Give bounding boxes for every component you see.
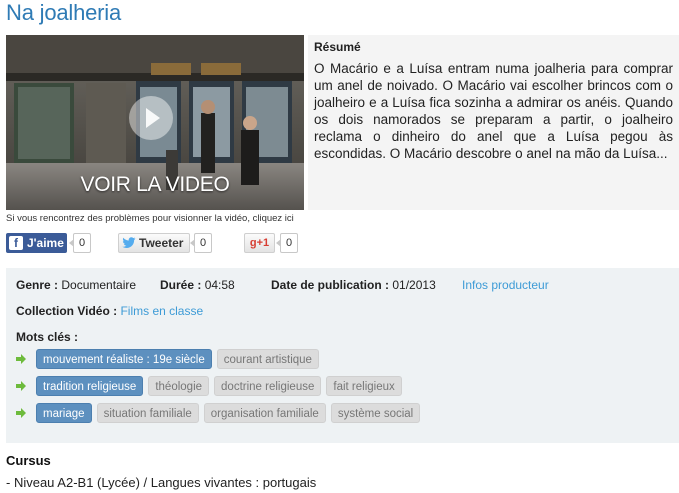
- date-key: Date de publication :: [271, 278, 390, 292]
- keyword-tag[interactable]: mariage: [36, 403, 92, 423]
- collection-link[interactable]: Films en classe: [120, 304, 203, 318]
- video-help-link[interactable]: Si vous rencontrez des problèmes pour vi…: [6, 213, 294, 224]
- keyword-row: mariage situation familiale organisation…: [16, 403, 425, 423]
- genre-key: Genre :: [16, 278, 59, 292]
- keyword-tag[interactable]: fait religieux: [326, 376, 402, 396]
- resume-panel: Résumé O Macário e a Luísa entram numa j…: [308, 35, 679, 210]
- duree-value: 04:58: [204, 278, 235, 292]
- metadata-panel: Genre : Documentaire Durée : 04:58 Date …: [6, 268, 679, 443]
- infos-producteur-link[interactable]: Infos producteur: [462, 278, 549, 292]
- tweet-button[interactable]: Tweeter: [118, 233, 190, 253]
- facebook-like-button[interactable]: f J'aime: [6, 233, 67, 253]
- facebook-like-label: J'aime: [27, 236, 64, 250]
- keyword-tag[interactable]: doctrine religieuse: [214, 376, 322, 396]
- keyword-row: mouvement réaliste : 19e siècle courant …: [16, 349, 324, 369]
- facebook-icon: f: [9, 236, 23, 250]
- resume-heading: Résumé: [314, 40, 361, 54]
- keyword-tag[interactable]: système social: [330, 403, 421, 423]
- collection-key: Collection Vidéo :: [16, 304, 118, 318]
- keyword-tag[interactable]: tradition religieuse: [36, 376, 144, 396]
- green-arrow-right-icon: [16, 408, 26, 418]
- tweet-label: Tweeter: [139, 236, 184, 250]
- genre-field: Genre : Documentaire: [16, 278, 136, 292]
- video-thumbnail[interactable]: VOIR LA VIDEO: [6, 35, 304, 210]
- page-title: Na joalheria: [6, 0, 122, 25]
- google-plus-count: 0: [276, 233, 298, 253]
- collection-field: Collection Vidéo : Films en classe: [16, 304, 203, 318]
- duree-key: Durée :: [160, 278, 202, 292]
- keyword-tag[interactable]: situation familiale: [96, 403, 199, 423]
- google-plus-label: +1: [256, 237, 270, 249]
- facebook-like-count: 0: [69, 233, 91, 253]
- date-value: 01/2013: [392, 278, 436, 292]
- play-icon[interactable]: [129, 96, 173, 140]
- keywords-heading: Mots clés :: [16, 330, 79, 344]
- google-plus-button[interactable]: g +1: [244, 233, 275, 253]
- twitter-bird-icon: [122, 237, 136, 248]
- cursus-heading: Cursus: [6, 453, 51, 468]
- google-plus-icon: g: [249, 237, 257, 249]
- resume-text: O Macário e a Luísa entram numa joalheri…: [314, 61, 673, 161]
- green-arrow-right-icon: [16, 381, 26, 391]
- tweet-count: 0: [190, 233, 212, 253]
- green-arrow-right-icon: [16, 354, 26, 364]
- keyword-tag[interactable]: organisation familiale: [203, 403, 326, 423]
- duree-field: Durée : 04:58: [160, 278, 235, 292]
- keyword-tag[interactable]: mouvement réaliste : 19e siècle: [36, 349, 212, 369]
- date-field: Date de publication : 01/2013: [271, 278, 436, 292]
- keyword-row: tradition religieuse théologie doctrine …: [16, 376, 407, 396]
- cursus-item[interactable]: - Niveau A2-B1 (Lycée) / Langues vivante…: [6, 475, 316, 490]
- keyword-tag[interactable]: courant artistique: [216, 349, 319, 369]
- keyword-tag[interactable]: théologie: [148, 376, 210, 396]
- voir-la-video-label[interactable]: VOIR LA VIDEO: [6, 173, 304, 197]
- genre-value: Documentaire: [61, 278, 137, 292]
